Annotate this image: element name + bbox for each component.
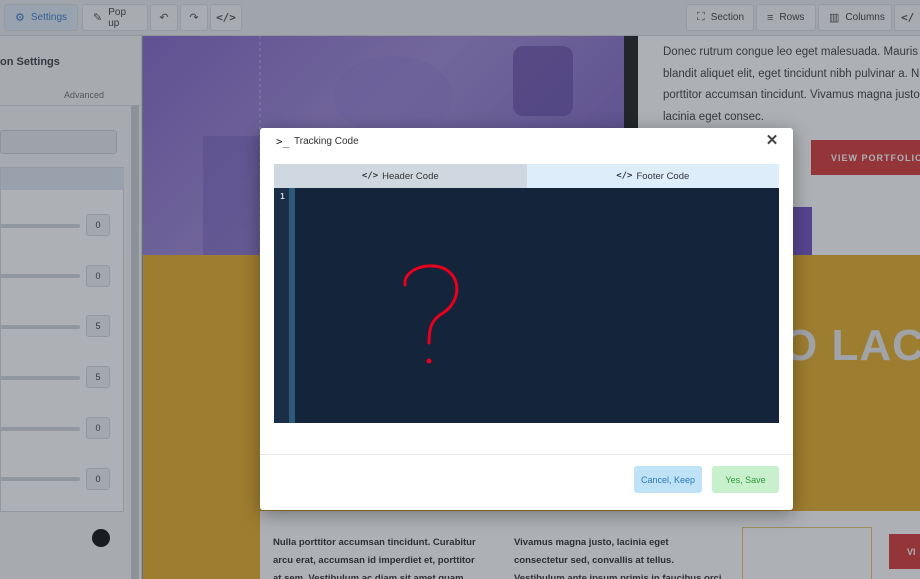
- modal-header: >_ Tracking Code ✕: [260, 128, 793, 156]
- code-icon: </>: [361, 171, 379, 181]
- cancel-button[interactable]: Cancel, Keep: [634, 466, 702, 493]
- close-icon[interactable]: ✕: [764, 132, 780, 150]
- modal-title: Tracking Code: [294, 136, 359, 147]
- footer-divider: [260, 454, 793, 455]
- code-editor[interactable]: 1: [274, 188, 779, 423]
- save-button[interactable]: Yes, Save: [712, 466, 779, 493]
- terminal-icon: >_: [276, 135, 290, 148]
- code-icon: </>: [616, 171, 633, 181]
- cancel-button-label: Cancel, Keep: [640, 474, 696, 485]
- tab-header-code[interactable]: </> Header Code: [274, 164, 527, 188]
- tab-footer-code[interactable]: </> Footer Code: [526, 164, 779, 188]
- question-mark-annotation: [403, 264, 459, 364]
- code-tabs: </> Header Code </> Footer Code: [274, 164, 779, 188]
- tab-header-code-label: Header Code: [382, 170, 439, 182]
- tracking-code-modal: >_ Tracking Code ✕ </> Header Code </> F…: [260, 128, 793, 510]
- line-number: 1: [280, 192, 285, 201]
- editor-gutter: 1: [274, 188, 295, 423]
- tab-footer-code-label: Footer Code: [636, 170, 690, 182]
- active-line-marker: [289, 188, 295, 423]
- save-button-label: Yes, Save: [725, 474, 766, 485]
